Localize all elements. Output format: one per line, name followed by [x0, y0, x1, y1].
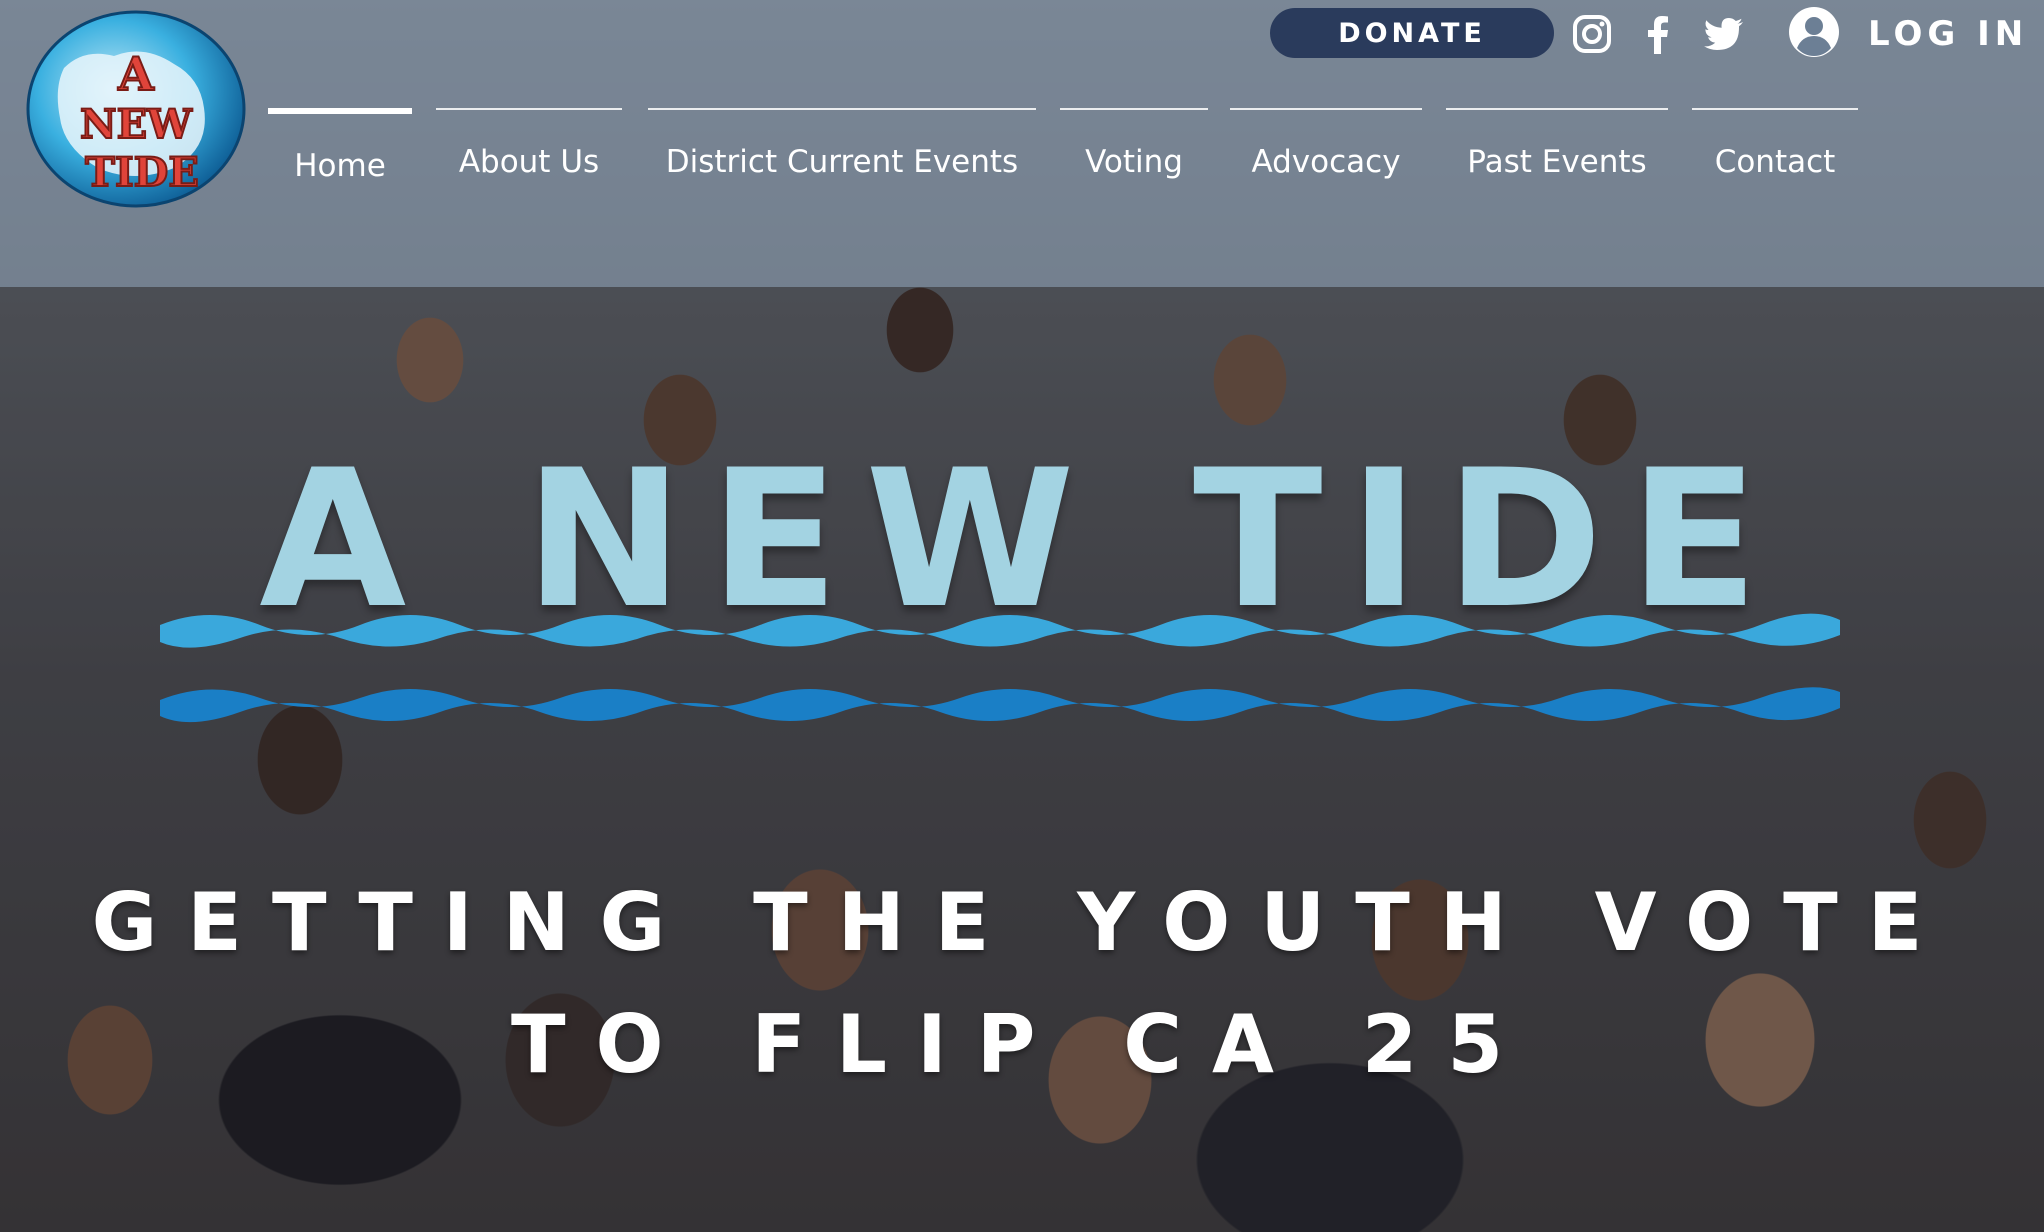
instagram-icon[interactable] [1570, 12, 1614, 56]
nav-label: Past Events [1467, 144, 1647, 180]
nav-label: Home [294, 148, 386, 184]
donate-button[interactable]: DONATE [1270, 8, 1554, 58]
nav-label: Advocacy [1251, 144, 1401, 180]
nav-item-district-current-events[interactable]: District Current Events [648, 108, 1036, 190]
site-logo[interactable]: A NEW TIDE [24, 8, 248, 210]
nav-item-advocacy[interactable]: Advocacy [1230, 108, 1422, 190]
twitter-icon[interactable] [1702, 12, 1746, 56]
nav-item-about-us[interactable]: About Us [436, 108, 622, 190]
login-button[interactable]: LOG IN [1868, 12, 2028, 56]
hero-subtitle-line-2: TO FLIP CA 25 [510, 998, 1534, 1091]
nav-item-home[interactable]: Home [268, 108, 412, 194]
nav-item-contact[interactable]: Contact [1692, 108, 1858, 190]
svg-text:NEW: NEW [80, 101, 193, 148]
svg-text:TIDE: TIDE [85, 149, 199, 196]
facebook-icon[interactable] [1636, 12, 1680, 56]
nav-item-past-events[interactable]: Past Events [1446, 108, 1668, 190]
hero-subtitle: GETTING THE YOUTH VOTE TO FLIP CA 25 [0, 862, 2044, 1106]
hero-subtitle-line-1: GETTING THE YOUTH VOTE [91, 876, 1953, 969]
nav-label: About Us [458, 144, 600, 180]
nav-label: District Current Events [665, 144, 1019, 180]
user-avatar-icon[interactable] [1788, 6, 1840, 58]
nav-label: Contact [1714, 144, 1836, 180]
nav-item-voting[interactable]: Voting [1060, 108, 1208, 190]
wave-graphic [150, 580, 1850, 740]
a-new-tide-logo-icon: A NEW TIDE [26, 10, 246, 208]
nav-label: Voting [1085, 144, 1183, 180]
svg-text:A: A [117, 47, 155, 101]
